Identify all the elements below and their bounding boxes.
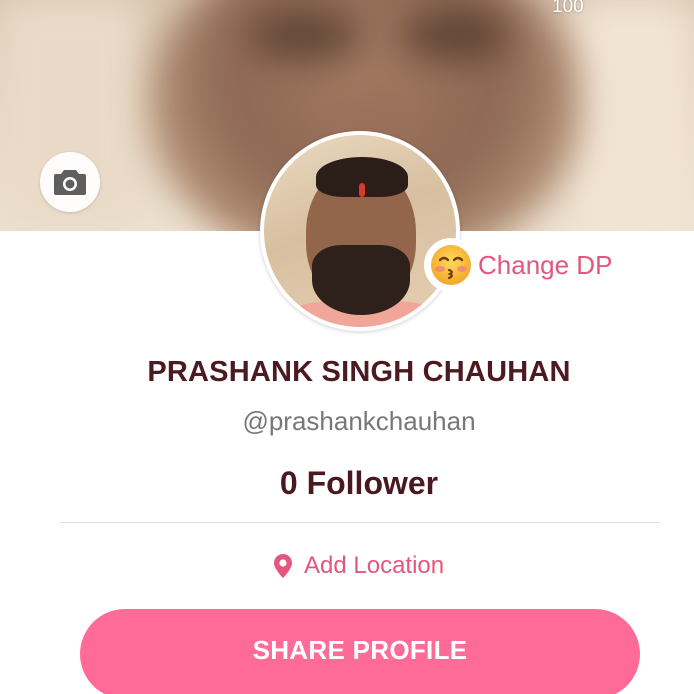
profile-name: PRASHANK SINGH CHAUHAN bbox=[147, 356, 571, 388]
change-cover-button[interactable] bbox=[40, 152, 100, 212]
kissing-face-emoji-icon bbox=[431, 245, 471, 285]
profile-handle: @prashankchauhan bbox=[242, 406, 476, 436]
camera-icon bbox=[54, 170, 86, 195]
add-location-button[interactable]: Add Location bbox=[274, 552, 444, 580]
profile-avatar[interactable] bbox=[260, 131, 460, 331]
follower-count[interactable]: 0 Follower bbox=[0, 465, 694, 502]
change-dp-label: Change DP bbox=[478, 249, 613, 280]
share-profile-button[interactable]: SHARE PROFILE bbox=[80, 609, 640, 694]
avatar-photo bbox=[264, 135, 456, 327]
change-dp-button[interactable]: Change DP bbox=[424, 238, 612, 292]
share-profile-label: SHARE PROFILE bbox=[252, 634, 468, 665]
add-location-label: Add Location bbox=[304, 552, 445, 579]
divider bbox=[60, 522, 660, 523]
location-pin-icon bbox=[274, 554, 292, 578]
emoji-badge bbox=[424, 238, 478, 292]
cover-counter: 100 bbox=[552, 0, 584, 17]
